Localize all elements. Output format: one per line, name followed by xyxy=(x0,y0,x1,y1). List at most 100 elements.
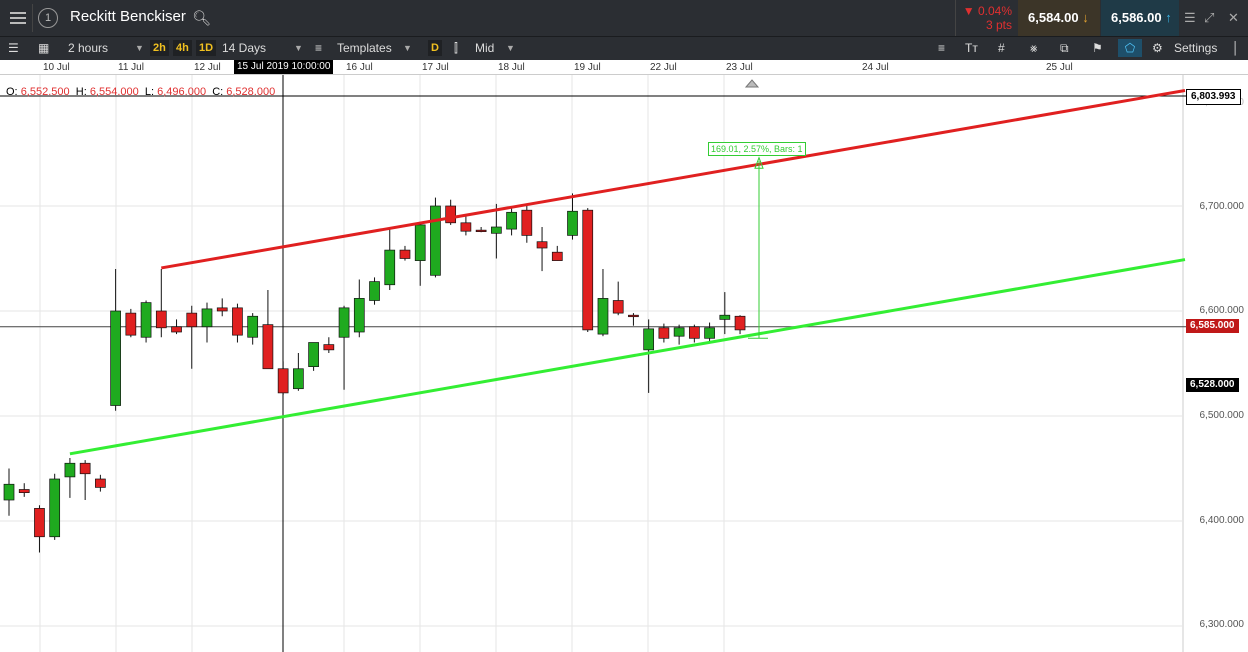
candles-icon: ⫿ xyxy=(454,41,458,55)
price-axis-bg xyxy=(1183,75,1248,652)
draw-tool-icon[interactable]: ⨳ xyxy=(1030,41,1037,56)
crosshair-date-label: 15 Jul 2019 10:00:00 xyxy=(234,60,334,74)
candle-body xyxy=(277,368,289,394)
templates-button[interactable]: Templates xyxy=(337,41,392,55)
ohlc-readout: O: 6,552.500 H: 6,554.000 L: 6,496.000 C… xyxy=(6,86,275,98)
top-line-price-tag: 6,803.993 xyxy=(1186,89,1241,105)
open-label: O: xyxy=(6,86,18,98)
candle-body xyxy=(704,327,715,339)
low-value: 6,496.000 xyxy=(157,86,207,98)
date-label: 11 Jul xyxy=(118,62,144,73)
date-label: 24 Jul xyxy=(862,62,889,73)
date-label: 12 Jul xyxy=(194,62,221,73)
event-marker-icon xyxy=(744,79,760,88)
measure-label: 169.01, 2.57%, Bars: 1 xyxy=(708,142,806,156)
interval-select[interactable]: 2 hours xyxy=(68,41,108,55)
window-controls: ☰ ⤢ ✕ xyxy=(1180,0,1248,36)
price-tick: 6,700.000 xyxy=(1199,201,1245,212)
candle-body xyxy=(567,210,578,236)
more-icon[interactable]: │ xyxy=(1232,41,1240,55)
link-group-icon[interactable]: 1 xyxy=(38,8,58,28)
crosshair-price-tag: 6,528.000 xyxy=(1186,378,1239,392)
candle-body xyxy=(399,249,411,259)
alert-icon[interactable]: ⚑ xyxy=(1092,41,1103,55)
low-label: L: xyxy=(144,86,155,98)
grid-icon[interactable]: ▦ xyxy=(38,41,49,55)
sell-button[interactable]: 6,584.00 ↓ xyxy=(1018,0,1100,36)
candle-body xyxy=(688,326,700,339)
close-label: C: xyxy=(212,86,224,98)
hash-tool-icon[interactable]: # xyxy=(998,41,1005,55)
candle-body xyxy=(658,327,670,339)
chevron-down-icon[interactable]: ▼ xyxy=(403,43,412,53)
search-icon[interactable]: 🔍︎ xyxy=(192,9,211,27)
arrow-up-icon: ↑ xyxy=(1165,10,1172,25)
text-tool-icon[interactable]: Tᴛ xyxy=(965,41,978,55)
date-label: 17 Jul xyxy=(422,62,449,73)
candle-body xyxy=(186,312,198,328)
candle-body xyxy=(3,483,15,501)
candle-body xyxy=(445,205,457,224)
price-tick: 6,300.000 xyxy=(1199,619,1245,630)
candle-body xyxy=(308,342,319,367)
candle-body xyxy=(597,298,609,335)
price-tick: 6,400.000 xyxy=(1199,515,1245,526)
buy-price: 6,586.00 xyxy=(1111,10,1162,25)
support-trendline xyxy=(69,258,1186,456)
candle-body xyxy=(506,211,517,230)
instrument-title[interactable]: Reckitt Benckiser xyxy=(70,8,186,25)
candle-body xyxy=(247,315,259,338)
menu-icon[interactable] xyxy=(4,4,33,32)
candle-body xyxy=(491,226,502,234)
interval-4h-button[interactable]: 4h xyxy=(173,40,192,56)
candle-body xyxy=(262,324,274,370)
candle-body xyxy=(643,328,655,351)
scroll-icon[interactable]: ☰ xyxy=(1184,10,1196,26)
candle-body xyxy=(155,310,167,329)
interval-value: 2 hours xyxy=(68,41,109,55)
date-label: 10 Jul xyxy=(43,62,70,73)
price-mode-select[interactable]: Mid xyxy=(475,41,494,55)
chevron-down-icon[interactable]: ▼ xyxy=(294,43,303,53)
candle-body xyxy=(430,205,441,276)
candle-body xyxy=(460,222,472,232)
candle-body xyxy=(49,478,61,538)
close-icon[interactable]: ✕ xyxy=(1228,10,1239,26)
indicators-icon[interactable]: ≡ xyxy=(938,41,945,55)
candle-body xyxy=(719,314,731,320)
expand-icon[interactable]: ⤢ xyxy=(1204,10,1214,26)
candle-body xyxy=(369,281,380,301)
interval-2h-button[interactable]: 2h xyxy=(150,40,169,56)
change-percent: ▼ 0.04% xyxy=(962,4,1012,18)
close-value: 6,528.000 xyxy=(226,86,276,98)
resistance-trendline xyxy=(161,89,1186,270)
settings-button[interactable]: Settings xyxy=(1174,41,1217,55)
high-value: 6,554.000 xyxy=(89,86,139,98)
change-points: 3 pts xyxy=(985,18,1012,32)
range-value: 14 Days xyxy=(222,41,267,55)
candle-body xyxy=(734,315,746,331)
candle-body xyxy=(323,344,335,351)
candle-body xyxy=(18,489,30,494)
chevron-down-icon[interactable]: ▼ xyxy=(135,43,144,53)
candle-body xyxy=(384,249,396,286)
interval-1d-button[interactable]: 1D xyxy=(196,40,217,56)
layers-icon[interactable]: ⧉ xyxy=(1060,41,1069,56)
chevron-down-icon[interactable]: ▼ xyxy=(506,43,515,53)
buy-button[interactable]: 6,586.00 ↑ xyxy=(1101,0,1179,36)
layout-icon[interactable]: ☰ xyxy=(8,41,19,55)
tag-tool-icon[interactable]: ⬠ xyxy=(1118,39,1142,57)
candle-body xyxy=(338,307,350,338)
arrow-down-icon: ↓ xyxy=(1082,10,1089,25)
open-value: 6,552.500 xyxy=(20,86,70,98)
candle-body xyxy=(140,302,152,338)
high-label: H: xyxy=(75,86,87,98)
price-chart[interactable] xyxy=(0,75,1248,652)
date-label: 23 Jul xyxy=(726,62,753,73)
gear-icon[interactable]: ⚙ xyxy=(1152,41,1163,55)
range-select[interactable]: 14 Days xyxy=(222,41,266,55)
candle-body xyxy=(521,209,533,236)
date-label: 19 Jul xyxy=(574,62,601,73)
candle-body xyxy=(232,307,243,336)
d-button[interactable]: D xyxy=(428,40,442,56)
